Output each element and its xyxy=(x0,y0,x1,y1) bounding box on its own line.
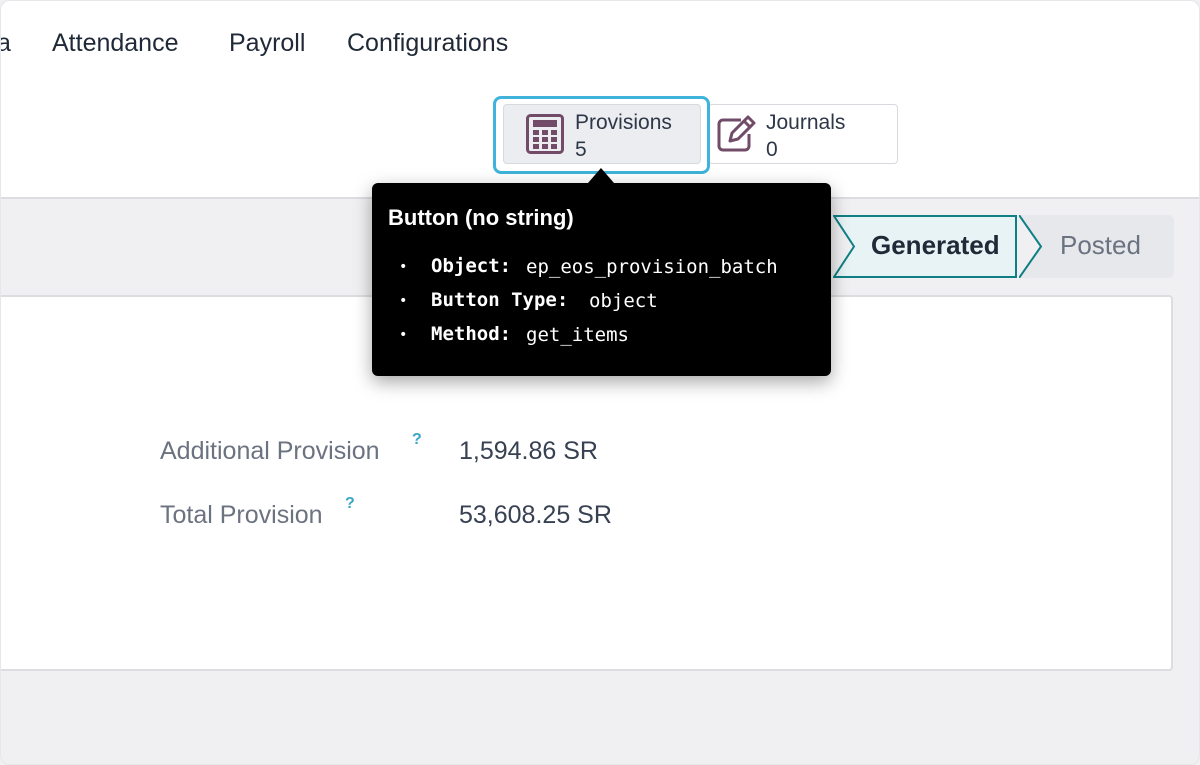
bullet-icon: • xyxy=(399,327,408,343)
provisions-label: Provisions xyxy=(575,111,672,134)
provisions-smart-button[interactable]: Provisions 5 xyxy=(503,104,701,164)
journals-count: 0 xyxy=(766,138,778,161)
journals-label: Journals xyxy=(766,111,846,134)
top-navbar: a Attendance Payroll Configurations xyxy=(1,1,1199,89)
provisions-count: 5 xyxy=(575,138,587,161)
tooltip-arrow xyxy=(588,168,614,183)
tooltip-key: Button Type: xyxy=(431,289,569,311)
debug-tooltip: Button (no string) • Object: ep_eos_prov… xyxy=(372,183,831,376)
total-provision-value: 53,608.25 SR xyxy=(459,501,612,529)
additional-provision-value: 1,594.86 SR xyxy=(459,437,598,465)
help-tooltip-icon[interactable]: ? xyxy=(345,495,355,513)
stage-generated[interactable]: Generated xyxy=(833,215,1019,278)
tooltip-value: object xyxy=(589,290,658,312)
stage-posted[interactable]: Posted xyxy=(1019,215,1174,278)
journals-smart-button[interactable]: Journals 0 xyxy=(708,104,898,164)
tooltip-key: Method: xyxy=(431,323,512,345)
bullet-icon: • xyxy=(399,293,408,309)
bullet-icon: • xyxy=(399,259,408,275)
total-provision-label: Total Provision xyxy=(160,501,323,529)
help-tooltip-icon[interactable]: ? xyxy=(412,431,422,449)
calculator-icon xyxy=(526,114,564,159)
status-pipeline: Generated Posted xyxy=(833,215,1174,278)
menu-item-configurations[interactable]: Configurations xyxy=(347,29,508,58)
menu-item-payroll[interactable]: Payroll xyxy=(229,29,305,58)
stage-posted-label: Posted xyxy=(1060,230,1141,260)
app-window: a Attendance Payroll Configurations Prov… xyxy=(0,0,1200,765)
menu-item-attendance[interactable]: Attendance xyxy=(52,29,179,58)
tooltip-title: Button (no string) xyxy=(388,205,574,230)
tooltip-value: ep_eos_provision_batch xyxy=(526,256,778,278)
tooltip-value: get_items xyxy=(526,324,629,346)
tooltip-key: Object: xyxy=(431,255,512,277)
edit-icon xyxy=(715,114,757,159)
additional-provision-label: Additional Provision xyxy=(160,437,380,465)
menu-item-truncated[interactable]: a xyxy=(1,29,11,58)
stage-generated-label: Generated xyxy=(871,230,1000,260)
